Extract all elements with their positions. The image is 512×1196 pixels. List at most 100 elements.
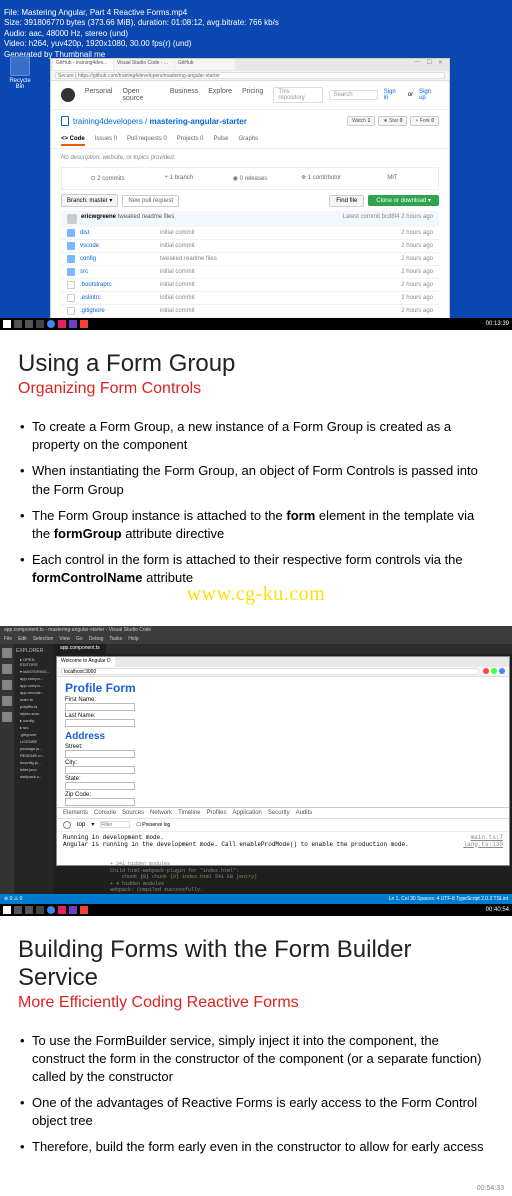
tab-pulse[interactable]: Pulse [213,134,228,146]
sidebar-file[interactable]: README.m... [16,752,52,759]
sidebar-file[interactable]: LICENSE [16,738,52,745]
file-name[interactable]: .bootstraprc [80,282,160,288]
dt-tab-security[interactable]: Security [268,810,290,816]
sidebar-file[interactable]: webpack.c... [16,773,52,780]
git-icon[interactable] [2,680,12,690]
new-pull-request-button[interactable]: New pull request [122,195,179,207]
taskview-icon[interactable] [25,320,33,328]
menu-tasks[interactable]: Tasks [109,636,122,644]
browser-tab-github[interactable]: GitHub - training4dev... [53,59,113,70]
file-row[interactable]: .gitignoreinitial commit2 hours ago [61,305,439,318]
console-source-link[interactable]: lang.ts:130 [463,841,503,848]
console-filter-input[interactable] [100,821,130,828]
sidebar-file[interactable]: ▸ src [16,724,52,731]
menu-file[interactable]: File [4,636,12,644]
inner-browser-tab[interactable]: Welcome to Angular D [57,657,115,667]
repo-owner-link[interactable]: training4developers [73,117,143,126]
branch-select[interactable]: Branch: master ▾ [61,194,118,207]
dt-tab-audits[interactable]: Audits [296,810,313,816]
signin-link[interactable]: Sign in [384,89,402,101]
state-input[interactable] [65,782,135,790]
sidebar-file[interactable]: ▸ config [16,717,52,724]
file-commit-msg[interactable]: initial commit [160,282,401,288]
file-commit-msg[interactable]: initial commit [160,230,401,236]
tab-projects[interactable]: Projects 0 [177,134,204,146]
file-row[interactable]: distinitial commit2 hours ago [61,227,439,240]
tab-graphs[interactable]: Graphs [238,134,258,146]
nav-opensource[interactable]: Open source [122,88,159,102]
extensions-icon[interactable] [2,712,12,722]
menu-view[interactable]: View [59,636,70,644]
recycle-bin-icon[interactable]: Recycle Bin [6,56,34,90]
watch-button[interactable]: Watch 1 [347,116,375,126]
status-errors[interactable]: ⊘ 0 ⚠ 0 [4,896,22,902]
file-name[interactable]: dist [80,230,160,236]
search-icon[interactable] [14,320,22,328]
tab-issues[interactable]: Issues 0 [95,134,117,146]
close-icon[interactable]: ✕ [438,59,443,71]
open-editors-section[interactable]: ▸ OPEN EDITORS [16,656,52,668]
commit-author[interactable]: ericwgreene [81,214,116,224]
sidebar-file[interactable]: polyfills.ts [16,703,52,710]
stat-commits[interactable]: ⊙ 2 commits [72,172,143,185]
repo-name-link[interactable]: mastering-angular-starter [150,117,247,126]
repo-scope-select[interactable]: This repository [273,87,322,103]
inner-url-input[interactable]: localhost:3000 [61,668,479,675]
first-name-input[interactable] [65,703,135,711]
zip-input[interactable] [65,798,135,806]
dt-tab-profiles[interactable]: Profiles [207,810,227,816]
browser-tab-github2[interactable]: GitHub [175,59,235,70]
app-icon-2[interactable] [69,320,77,328]
editor-tab[interactable]: app.component.ts [54,644,106,654]
avatar-icon[interactable] [67,214,77,224]
nav-explore[interactable]: Explore [208,88,232,102]
stat-contributors[interactable]: ⛯ 1 contributor [286,172,357,185]
nav-personal[interactable]: Personal [85,88,113,102]
preserve-log-checkbox[interactable]: ☐ Preserve log [136,822,170,828]
app-icon[interactable] [58,320,66,328]
file-commit-msg[interactable]: initial commit [160,308,401,314]
menu-edit[interactable]: Edit [18,636,27,644]
file-name[interactable]: .gitignore [80,308,160,314]
dt-tab-application[interactable]: Application [233,810,262,816]
menu-help[interactable]: Help [128,636,138,644]
file-name[interactable]: .eslintrc [80,295,160,301]
file-row[interactable]: srcinitial commit2 hours ago [61,266,439,279]
city-input[interactable] [65,766,135,774]
file-name[interactable]: vscode [80,243,160,249]
signup-link[interactable]: Sign up [419,89,439,101]
sidebar-file[interactable]: app.module... [16,689,52,696]
file-commit-msg[interactable]: initial commit [160,295,401,301]
sidebar-file[interactable]: app.compo... [16,675,52,682]
explorer-icon[interactable] [36,320,44,328]
sidebar-file[interactable]: main.ts [16,696,52,703]
dt-tab-sources[interactable]: Sources [122,810,144,816]
file-row[interactable]: vscodeinitial commit2 hours ago [61,240,439,253]
sidebar-file[interactable]: .gitignore [16,731,52,738]
search-icon[interactable] [14,906,22,914]
tab-pr[interactable]: Pull requests 0 [127,134,167,146]
commit-message[interactable]: tweaked readme files [118,214,175,224]
context-select[interactable]: top [77,822,85,828]
sidebar-file[interactable]: tsconfig.js... [16,759,52,766]
sidebar-file[interactable]: app.compo... [16,682,52,689]
explorer-icon[interactable] [36,906,44,914]
menu-debug[interactable]: Debug [89,636,104,644]
file-row[interactable]: .bootstraprcinitial commit2 hours ago [61,279,439,292]
file-commit-msg[interactable]: tweaked readme files [160,256,401,262]
dt-tab-timeline[interactable]: Timeline [178,810,200,816]
nav-pricing[interactable]: Pricing [242,88,263,102]
dt-tab-network[interactable]: Network [150,810,172,816]
ext-icon-3[interactable] [499,668,505,674]
sidebar-file[interactable]: tslint.json [16,766,52,773]
dt-tab-console[interactable]: Console [94,810,116,816]
console-source-link[interactable]: main.ts:7 [471,834,503,841]
dt-tab-elements[interactable]: Elements [63,810,88,816]
search-input[interactable]: Search [329,90,378,100]
browser-tab-vscode[interactable]: Visual Studio Code - ... [114,59,174,70]
debug-icon[interactable] [2,696,12,706]
stat-releases[interactable]: ◉ 0 releases [214,172,285,185]
file-row[interactable]: .eslintrcinitial commit2 hours ago [61,292,439,305]
status-right[interactable]: Ln 1, Col 30 Spaces: 4 UTF-8 TypeScript … [389,896,508,902]
ext-icon-2[interactable] [491,668,497,674]
